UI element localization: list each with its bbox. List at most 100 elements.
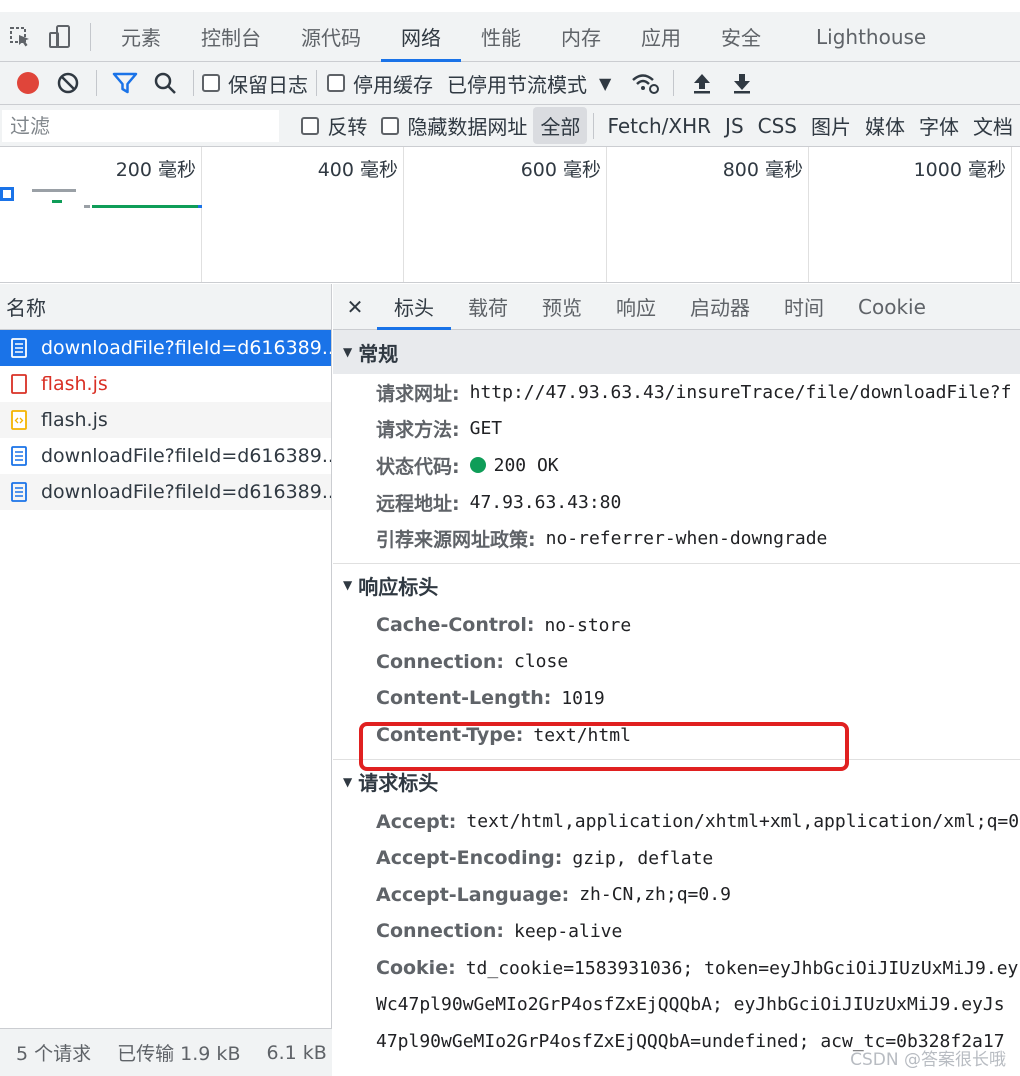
request-row[interactable]: downloadFile?fileId=d616389... [0,438,331,474]
preserve-log-label: 保留日志 [228,72,308,97]
type-filter-media[interactable]: 媒体 [858,107,912,144]
device-toolbar-icon[interactable] [40,12,80,62]
type-filter-js[interactable]: JS [718,110,751,142]
checkbox-box[interactable] [202,74,220,92]
request-row[interactable]: flash.js [0,402,331,438]
tab-memory[interactable]: 内存 [541,12,621,62]
request-headers-section-header[interactable]: ▼ 请求标头 [333,759,1020,803]
network-status-bar: 5 个请求 已传输 1.9 kB 6.1 kB [0,1028,332,1076]
checkbox-box[interactable] [381,116,400,135]
checkbox-box[interactable] [301,116,320,135]
header-value: Wc47pl90wGeMIo2GrP4osfZxEjQQQbA; eyJhbGc… [376,994,1005,1016]
network-overview-timeline[interactable]: 200 毫秒 400 毫秒 600 毫秒 800 毫秒 1000 毫秒 [0,147,1020,283]
header-key: Connection: [376,650,504,673]
download-icon [734,74,751,94]
header-row-status: 状态代码: 200 OK [333,447,1020,484]
checkbox-box[interactable] [327,74,345,92]
section-title: 常规 [358,341,399,366]
clear-button[interactable] [48,63,88,103]
type-filter-doc[interactable]: 文档 [966,107,1020,144]
header-row-content-type: Content-Type: text/html [333,717,1020,754]
tab-network[interactable]: 网络 [381,12,461,62]
header-row: Connection: close [333,644,1020,681]
header-row: Content-Length: 1019 [333,680,1020,717]
header-key: 状态代码: [376,455,460,478]
header-value: close [513,651,569,673]
request-row[interactable]: flash.js [0,366,331,402]
document-icon [10,338,28,359]
wifi-settings-icon [632,74,660,94]
header-row-method: 请求方法: GET [333,411,1020,448]
header-value: no-store [544,614,632,636]
header-key: Cookie: [376,957,456,980]
throttling-select[interactable]: 已停用节流模式 [447,69,587,98]
network-conditions-button[interactable] [625,63,665,103]
filter-separator [593,112,595,139]
inspect-element-icon[interactable] [0,12,40,62]
tab-sources[interactable]: 源代码 [281,12,381,62]
tab-performance[interactable]: 性能 [461,12,541,62]
request-name: flash.js [41,373,108,395]
header-value: 200 OK [493,454,559,476]
header-row: Accept: text/html,application/xhtml+xml,… [333,803,1020,840]
tab-payload[interactable]: 载荷 [451,284,525,330]
chevron-down-icon[interactable]: ▼ [599,74,611,93]
response-headers-section-header[interactable]: ▼ 响应标头 [333,562,1020,607]
close-icon[interactable]: ✕ [333,284,377,330]
timeline-label: 800 毫秒 [722,159,803,181]
type-filter-img[interactable]: 图片 [804,107,858,144]
timeline-label: 400 毫秒 [317,159,398,181]
tab-preview[interactable]: 预览 [525,284,599,330]
request-name: flash.js [41,409,108,431]
tab-headers[interactable]: 标头 [377,284,451,330]
header-key: 请求网址: [376,382,460,405]
request-details-pane: ✕ 标头 载荷 预览 响应 启动器 时间 Cookie ▼ 常规 请求网址: h… [333,284,1020,1076]
tab-application[interactable]: 应用 [621,12,701,62]
import-har-button[interactable] [682,63,722,103]
tab-timing[interactable]: 时间 [767,284,841,330]
tab-response[interactable]: 响应 [599,284,673,330]
timeline-label: 600 毫秒 [520,159,601,181]
general-section-header[interactable]: ▼ 常规 [333,330,1020,374]
name-column-header[interactable]: 名称 [0,284,331,330]
type-filter-all[interactable]: 全部 [533,107,588,144]
tab-security[interactable]: 安全 [701,12,781,62]
type-filter-font[interactable]: 字体 [912,107,966,144]
type-filter-fetch-xhr[interactable]: Fetch/XHR [600,110,718,142]
record-icon [17,72,39,94]
type-filter-css[interactable]: CSS [751,110,804,142]
header-row: Cache-Control: no-store [333,607,1020,644]
request-name: downloadFile?fileId=d616389... [41,337,331,359]
request-row[interactable]: downloadFile?fileId=d616389... [0,330,331,366]
disable-cache-checkbox[interactable]: 停用缓存 [327,69,433,98]
record-button[interactable] [8,63,48,103]
document-icon [10,482,28,503]
header-key: Cache-Control: [376,614,535,637]
tab-cookies[interactable]: Cookie [841,284,943,330]
hide-data-urls-checkbox[interactable]: 隐藏数据网址 [381,111,527,140]
resources-size: 6.1 kB [266,1041,327,1064]
timeline-gridline [403,147,404,282]
timeline-label: 1000 毫秒 [913,159,1006,181]
devtools-main-tabbar: 元素 控制台 源代码 网络 性能 内存 应用 安全 Lighthouse [0,12,1020,62]
invert-label: 反转 [327,115,368,139]
filter-input[interactable] [2,109,280,142]
preserve-log-checkbox[interactable]: 保留日志 [202,69,308,98]
invert-checkbox[interactable]: 反转 [301,111,367,140]
header-key: Accept-Encoding: [376,847,563,870]
header-row-remote-address: 远程地址: 47.93.63.43:80 [333,484,1020,521]
search-button[interactable] [145,63,185,103]
filter-toggle-button[interactable] [105,63,145,103]
tab-elements[interactable]: 元素 [101,12,181,62]
hide-data-urls-label: 隐藏数据网址 [407,115,528,139]
tab-lighthouse[interactable]: Lighthouse [781,12,946,62]
disable-cache-label: 停用缓存 [353,72,433,97]
request-row[interactable]: downloadFile?fileId=d616389... [0,474,331,510]
script-icon [10,410,28,431]
export-har-button[interactable] [722,63,762,103]
timeline-request-bar [198,205,202,208]
tab-initiator[interactable]: 启动器 [673,284,767,330]
header-row: Accept-Language: zh-CN,zh;q=0.9 [333,877,1020,914]
tab-console[interactable]: 控制台 [181,12,281,62]
header-key: 引荐来源网址政策: [376,529,536,552]
